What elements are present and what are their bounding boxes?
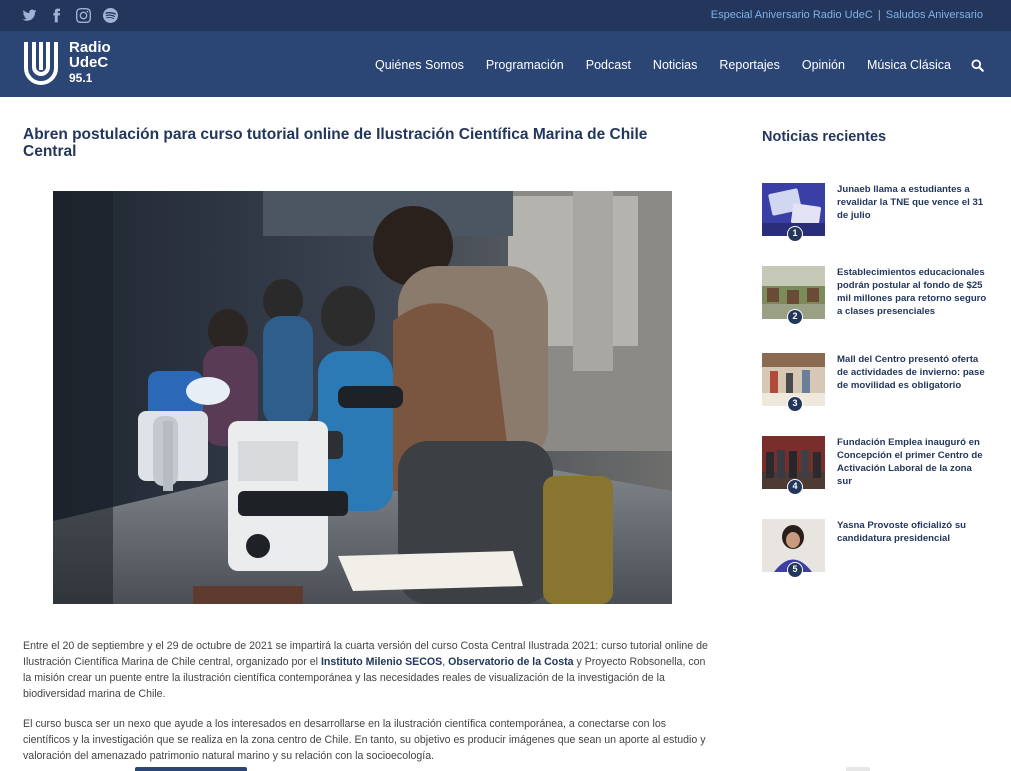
udec-logo-icon — [24, 42, 58, 85]
logo-text: Radio UdeC 95.1 — [69, 40, 111, 85]
twitter-icon[interactable] — [22, 8, 37, 23]
scroll-top-tab[interactable] — [846, 767, 870, 771]
news-number-badge-5: 5 — [787, 562, 803, 578]
news-item-5[interactable]: 5 Yasna Provoste oficializó su candidatu… — [762, 519, 986, 579]
news-headline-5[interactable]: Yasna Provoste oficializó su candidatura… — [837, 519, 987, 545]
observatorio-link[interactable]: Observatorio de la Costa — [448, 656, 573, 668]
spotify-icon[interactable] — [103, 8, 118, 23]
logo-line1: Radio — [69, 39, 111, 56]
article-photo — [53, 191, 672, 604]
article-paragraph-1: Entre el 20 de septiembre y el 29 de oct… — [23, 638, 713, 702]
news-item-3[interactable]: 3 Mall del Centro presentó oferta de act… — [762, 353, 986, 413]
news-headline-2[interactable]: Establecimientos educacionales podrán po… — [837, 266, 987, 318]
logo-frequency: 95.1 — [69, 71, 93, 85]
instagram-icon[interactable] — [76, 8, 91, 23]
news-number-badge-3: 3 — [787, 396, 803, 412]
main-nav: Quiénes Somos Programación Podcast Notic… — [375, 58, 1011, 72]
news-headline-3[interactable]: Mall del Centro presentó oferta de activ… — [837, 353, 987, 392]
nav-quienes-somos[interactable]: Quiénes Somos — [375, 58, 464, 72]
topbar-links: Especial Aniversario Radio UdeC | Saludo… — [711, 9, 983, 21]
nav-musica-clasica[interactable]: Música Clásica — [867, 58, 951, 72]
secos-link[interactable]: Instituto Milenio SECOS — [321, 656, 442, 668]
site-logo[interactable]: Radio UdeC 95.1 — [22, 40, 111, 87]
lab-microscope-photo — [53, 191, 672, 604]
aniversario-link[interactable]: Especial Aniversario Radio UdeC — [711, 9, 873, 21]
logo-line2: UdeC — [69, 54, 109, 71]
news-headline-1[interactable]: Junaeb llama a estudiantes a revalidar l… — [837, 183, 987, 222]
article-title: Abren postulación para curso tutorial on… — [23, 126, 648, 160]
news-item-1[interactable]: 1 Junaeb llama a estudiantes a revalidar… — [762, 183, 986, 243]
news-number-badge-2: 2 — [787, 309, 803, 325]
share-bar[interactable] — [135, 767, 247, 771]
social-links — [22, 8, 118, 23]
nav-reportajes[interactable]: Reportajes — [719, 58, 779, 72]
article-paragraph-2: El curso busca ser un nexo que ayude a l… — [23, 718, 706, 762]
recent-news-title: Noticias recientes — [762, 129, 887, 145]
nav-programacion[interactable]: Programación — [486, 58, 564, 72]
news-number-badge-1: 1 — [787, 226, 803, 242]
topbar-separator: | — [877, 9, 881, 21]
facebook-icon[interactable] — [49, 8, 64, 23]
news-headline-4[interactable]: Fundación Emplea inauguró en Concepción … — [837, 436, 987, 488]
news-number-badge-4: 4 — [787, 479, 803, 495]
news-item-2[interactable]: 2 Establecimientos educacionales podrán … — [762, 266, 986, 326]
saludos-link[interactable]: Saludos Aniversario — [886, 9, 983, 21]
news-item-4[interactable]: 4 Fundación Emplea inauguró en Concepció… — [762, 436, 986, 496]
nav-noticias[interactable]: Noticias — [653, 58, 697, 72]
top-bar: Especial Aniversario Radio UdeC | Saludo… — [0, 0, 1011, 31]
nav-opinion[interactable]: Opinión — [802, 58, 845, 72]
nav-podcast[interactable]: Podcast — [586, 58, 631, 72]
search-icon[interactable] — [971, 58, 984, 72]
main-header: Radio UdeC 95.1 Quiénes Somos Programaci… — [0, 31, 1011, 97]
